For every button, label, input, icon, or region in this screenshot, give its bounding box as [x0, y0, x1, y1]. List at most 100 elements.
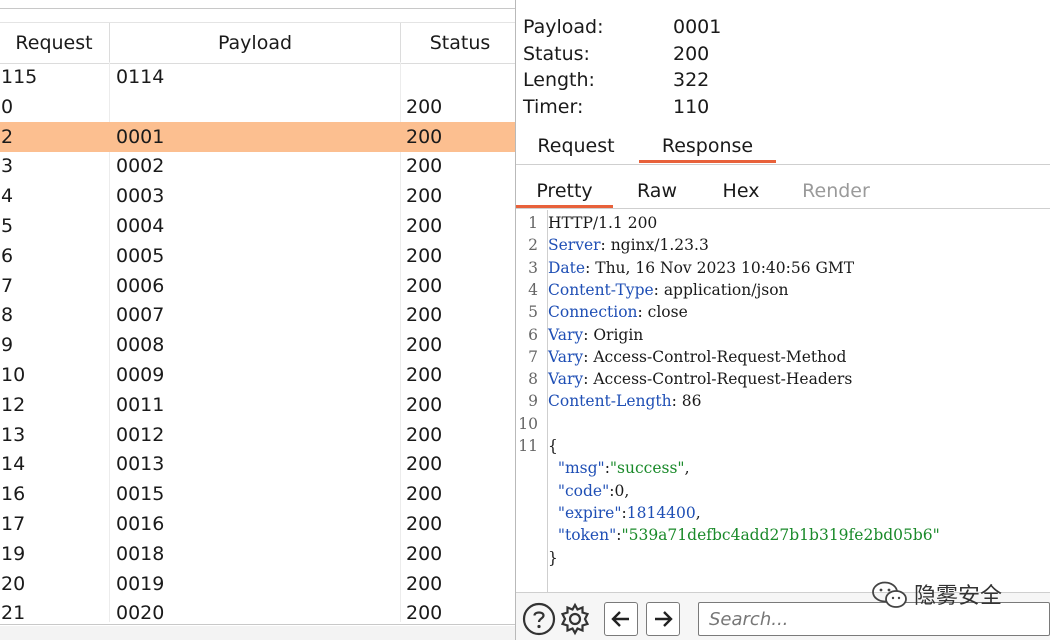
- code-line: 11 {: [516, 435, 1050, 457]
- cell-request: 0: [1, 95, 14, 118]
- table-row[interactable]: 10 0009 200: [0, 360, 515, 390]
- horizontal-scrollbar[interactable]: [0, 626, 515, 640]
- cell-request: 19: [1, 542, 26, 565]
- cell-status: 200: [406, 244, 443, 267]
- code-token: "token": [548, 526, 617, 545]
- timer-label: Timer:: [523, 96, 584, 118]
- code-line: 7 Vary: Access-Control-Request-Method: [516, 346, 1050, 368]
- code-line: "expire":1814400,: [516, 502, 1050, 524]
- previous-match-button[interactable]: [604, 602, 638, 636]
- tab-pretty[interactable]: Pretty: [516, 174, 613, 208]
- line-number: 2: [528, 236, 538, 255]
- code-text: Server: nginx/1.23.3: [548, 234, 709, 256]
- table-row[interactable]: 13 0012 200: [0, 420, 515, 450]
- cell-payload: 0008: [116, 334, 165, 357]
- payload-label: Payload:: [523, 16, 604, 38]
- code-text: Vary: Origin: [548, 324, 643, 346]
- code-token: : application/json: [653, 280, 789, 299]
- cell-request: 20: [1, 572, 26, 595]
- table-row[interactable]: 115 0114: [0, 62, 515, 92]
- cell-status: 200: [406, 453, 443, 476]
- cell-payload: 0013: [116, 453, 165, 476]
- code-text: Content-Length: 86: [548, 390, 701, 412]
- code-token: : Origin: [583, 325, 644, 344]
- cell-payload: 0002: [116, 155, 165, 178]
- table-row[interactable]: 6 0005 200: [0, 241, 515, 271]
- table-row[interactable]: 14 0013 200: [0, 449, 515, 479]
- cell-request: 8: [1, 304, 14, 327]
- line-number: 9: [528, 392, 538, 411]
- table-row[interactable]: 4 0003 200: [0, 181, 515, 211]
- cell-payload: 0004: [116, 215, 165, 237]
- tab-request[interactable]: Request: [530, 129, 622, 163]
- table-row[interactable]: 19 0018 200: [0, 539, 515, 569]
- cell-request: 14: [1, 453, 26, 476]
- cell-status: 200: [406, 215, 443, 237]
- code-text: "token":"539a71defbc4add27b1b319fe2bd05b…: [548, 524, 940, 546]
- code-token: 1814400: [626, 503, 696, 522]
- gear-icon[interactable]: [558, 602, 592, 636]
- tab-hex[interactable]: Hex: [706, 174, 776, 208]
- column-header-payload[interactable]: Payload: [110, 23, 400, 63]
- cell-payload: 0001: [116, 125, 165, 148]
- cell-status: 200: [406, 393, 443, 416]
- table-row[interactable]: 2 0001 200: [0, 121, 515, 152]
- code-text: }: [548, 547, 558, 569]
- response-editor[interactable]: 1 HTTP/1.1 200 2 Server: nginx/1.23.3 3 Date:…: [516, 210, 1050, 592]
- table-row[interactable]: 16 0015 200: [0, 479, 515, 509]
- cell-request: 10: [1, 364, 26, 386]
- table-row[interactable]: 20 0019 200: [0, 569, 515, 599]
- column-header-request[interactable]: Request: [0, 23, 108, 63]
- code-line: 4 Content-Type: application/json: [516, 279, 1050, 301]
- code-token: : Access-Control-Request-Method: [583, 347, 847, 366]
- tab-response[interactable]: Response: [639, 129, 776, 163]
- tab-render[interactable]: Render: [791, 174, 881, 208]
- timer-value: 110: [673, 96, 710, 118]
- cell-status: 200: [406, 304, 443, 327]
- view-tabs-divider: [516, 208, 1050, 209]
- code-line: 5 Connection: close: [516, 301, 1050, 323]
- column-header-status[interactable]: Status: [401, 23, 515, 63]
- cell-payload: 0015: [116, 483, 165, 506]
- code-token: : Thu, 16 Nov 2023 10:40:56 GMT: [585, 258, 855, 277]
- table-row[interactable]: 8 0007 200: [0, 300, 515, 330]
- cell-status: 200: [406, 364, 443, 386]
- table-row[interactable]: 17 0016 200: [0, 509, 515, 539]
- code-token: "code": [548, 481, 610, 500]
- watermark-text: 隐雾安全: [914, 584, 1003, 609]
- table-row[interactable]: 3 0002 200: [0, 151, 515, 181]
- watermark: 隐雾安全: [866, 576, 1036, 612]
- cell-status: 200: [406, 483, 443, 506]
- cell-request: 12: [1, 393, 26, 416]
- cell-status: 200: [406, 334, 443, 357]
- code-token: "539a71defbc4add27b1b319fe2bd05b6": [621, 526, 940, 545]
- table-bottom-border: [0, 624, 515, 625]
- table-row[interactable]: 9 0008 200: [0, 330, 515, 360]
- cell-payload: 0019: [116, 572, 165, 595]
- next-match-button[interactable]: [646, 602, 680, 636]
- code-token: :0,: [609, 481, 630, 500]
- cell-request: 16: [1, 483, 26, 506]
- table-row[interactable]: 0 200: [0, 92, 515, 122]
- length-value: 322: [673, 69, 710, 91]
- cell-request: 6: [1, 244, 14, 267]
- tabs-divider: [516, 164, 1050, 165]
- line-number: 11: [518, 437, 538, 455]
- table-row[interactable]: 7 0006 200: [0, 271, 515, 301]
- code-token: Vary: [548, 325, 584, 344]
- table-row[interactable]: 5 0004 200: [0, 211, 515, 241]
- cell-request: 5: [1, 215, 14, 237]
- tab-raw[interactable]: Raw: [622, 174, 692, 208]
- status-label: Status:: [523, 43, 590, 65]
- table-header: Request Payload Status: [0, 22, 515, 64]
- code-line: 3 Date: Thu, 16 Nov 2023 10:40:56 GMT: [516, 257, 1050, 279]
- cell-payload: 0007: [116, 304, 165, 327]
- cell-status: 200: [406, 185, 443, 208]
- help-icon[interactable]: [522, 602, 556, 636]
- table-row[interactable]: 12 0011 200: [0, 390, 515, 420]
- cell-status: 200: [406, 542, 443, 565]
- line-number: 6: [528, 325, 538, 344]
- code-token: "expire": [548, 503, 622, 522]
- cell-status: 200: [406, 274, 443, 297]
- code-text: {: [548, 435, 558, 457]
